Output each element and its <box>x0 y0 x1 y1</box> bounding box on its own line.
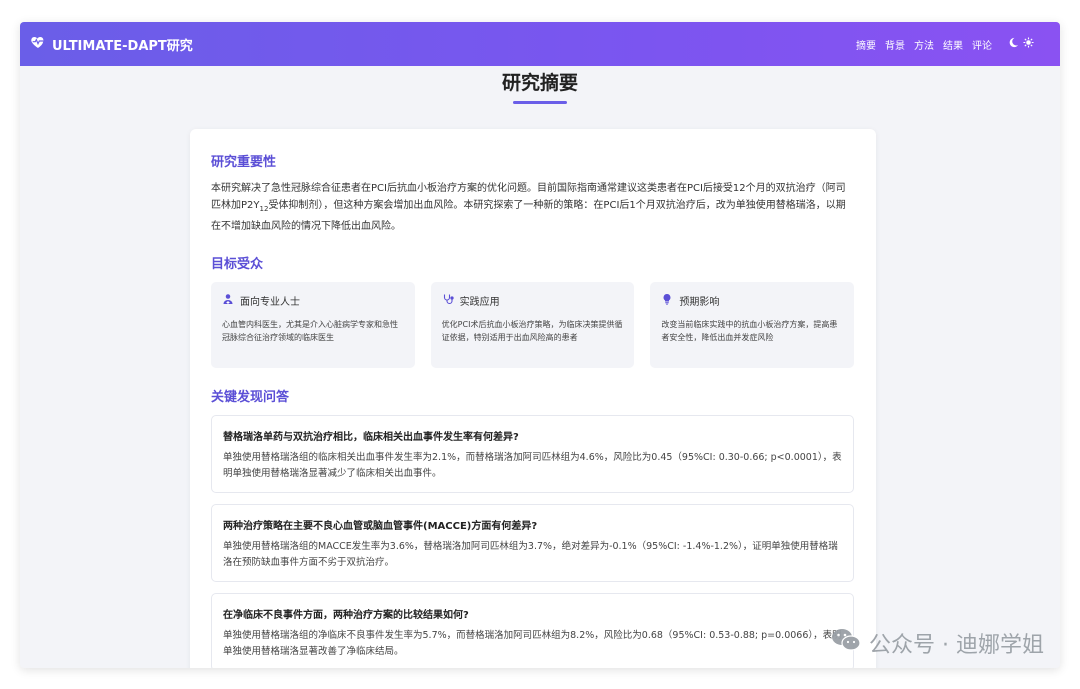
audience-heading: 目标受众 <box>211 257 264 272</box>
audience-card-impact: 预期影响 改变当前临床实践中的抗血小板治疗方案，提高患者安全性，降低出血并发症风… <box>650 282 855 368</box>
stethoscope-icon <box>442 293 454 308</box>
nav-link-background[interactable]: 背景 <box>885 37 905 52</box>
findings-heading: 关键发现问答 <box>211 390 290 405</box>
audience-card-title: 实践应用 <box>459 297 500 308</box>
audience-card-text: 心血管内科医生，尤其是介入心脏病学专家和急性冠脉综合征治疗领域的临床医生 <box>222 320 398 342</box>
audience-card-title: 预期影响 <box>679 297 720 308</box>
wechat-watermark: 公众号 · 迪娜学姐 <box>831 627 1044 659</box>
app-window: ULTIMATE-DAPT研究 摘要 背景 方法 结果 评论 研究摘要 研究重要… <box>20 22 1060 668</box>
moon-icon <box>1008 37 1019 51</box>
nav-link-comments[interactable]: 评论 <box>972 37 992 52</box>
page-title: 研究摘要 <box>501 72 578 94</box>
wechat-icon <box>831 627 861 659</box>
audience-card-practice: 实践应用 优化PCI术后抗血小板治疗策略，为临床决策提供循证依据，特别适用于出血… <box>430 282 635 368</box>
qa-question: 在净临床不良事件方面，两种治疗方案的比较结果如何? <box>223 610 469 621</box>
heart-pulse-icon <box>30 34 46 54</box>
sun-icon <box>1023 37 1034 51</box>
watermark-text: 公众号 · 迪娜学姐 <box>869 633 1044 658</box>
audience-cards: 面向专业人士 心血管内科医生，尤其是介入心脏病学专家和急性冠脉综合征治疗领域的临… <box>211 282 855 368</box>
theme-toggle[interactable] <box>1008 37 1034 51</box>
audience-card-text: 优化PCI术后抗血小板治疗策略，为临床决策提供循证依据，特别适用于出血风险高的患… <box>441 320 623 342</box>
audience-card-title: 面向专业人士 <box>240 297 300 308</box>
title-underline <box>513 101 567 104</box>
qa-item: 在净临床不良事件方面，两种治疗方案的比较结果如何? 单独使用替格瑞洛组的净临床不… <box>211 593 854 668</box>
qa-question: 两种治疗策略在主要不良心血管或脑血管事件(MACCE)方面有何差异? <box>223 521 538 532</box>
summary-card: 研究重要性 本研究解决了急性冠脉综合征患者在PCI后抗血小板治疗方案的优化问题。… <box>190 129 876 668</box>
nav-link-summary[interactable]: 摘要 <box>856 37 876 52</box>
nav-link-methods[interactable]: 方法 <box>914 37 934 52</box>
lightbulb-icon <box>661 293 673 308</box>
importance-text: 本研究解决了急性冠脉综合征患者在PCI后抗血小板治疗方案的优化问题。目前国际指南… <box>211 183 846 232</box>
nav-link-results[interactable]: 结果 <box>943 37 963 52</box>
doctor-icon <box>222 293 234 308</box>
audience-card-professionals: 面向专业人士 心血管内科医生，尤其是介入心脏病学专家和急性冠脉综合征治疗领域的临… <box>211 282 415 368</box>
qa-question: 替格瑞洛单药与双抗治疗相比，临床相关出血事件发生率有何差异? <box>223 432 519 443</box>
importance-heading: 研究重要性 <box>211 155 277 170</box>
brand[interactable]: ULTIMATE-DAPT研究 <box>30 34 193 54</box>
qa-item: 两种治疗策略在主要不良心血管或脑血管事件(MACCE)方面有何差异? 单独使用替… <box>211 504 854 582</box>
qa-answer: 单独使用替格瑞洛组的临床相关出血事件发生率为2.1%，而替格瑞洛加阿司匹林组为4… <box>223 452 842 479</box>
qa-answer: 单独使用替格瑞洛组的净临床不良事件发生率为5.7%，而替格瑞洛加阿司匹林组为8.… <box>223 630 842 657</box>
brand-title: ULTIMATE-DAPT研究 <box>52 38 193 54</box>
qa-answer: 单独使用替格瑞洛组的MACCE发生率为3.6%，替格瑞洛加阿司匹林组为3.7%，… <box>223 541 838 568</box>
nav-menu: 摘要 背景 方法 结果 评论 <box>856 37 1034 52</box>
top-navbar: ULTIMATE-DAPT研究 摘要 背景 方法 结果 评论 <box>20 22 1060 66</box>
audience-card-text: 改变当前临床实践中的抗血小板治疗方案，提高患者安全性，降低出血并发症风险 <box>661 320 838 342</box>
qa-item: 替格瑞洛单药与双抗治疗相比，临床相关出血事件发生率有何差异? 单独使用替格瑞洛组… <box>211 415 854 493</box>
